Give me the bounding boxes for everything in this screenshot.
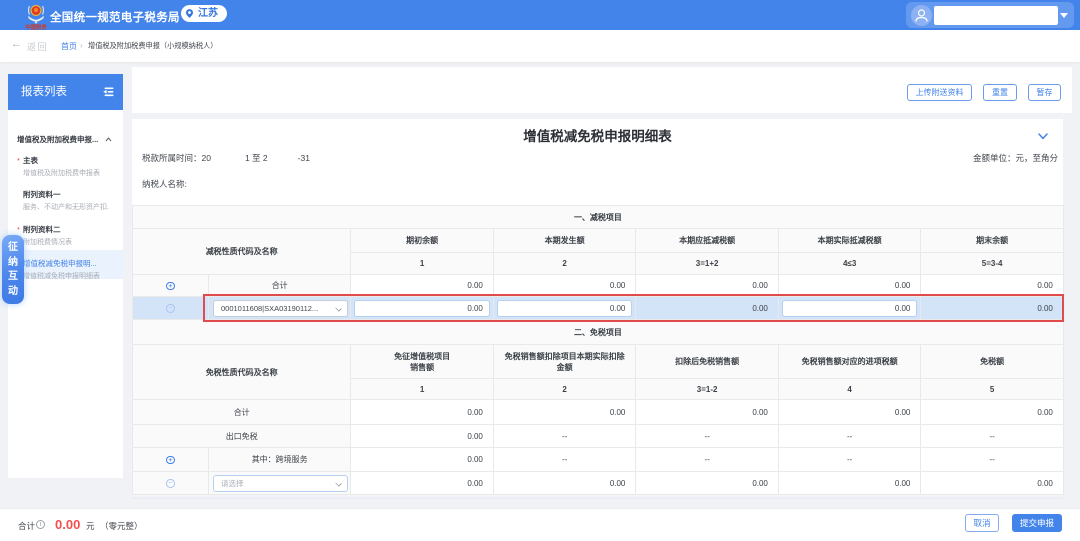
svg-text:中国税务: 中国税务 xyxy=(25,23,47,30)
